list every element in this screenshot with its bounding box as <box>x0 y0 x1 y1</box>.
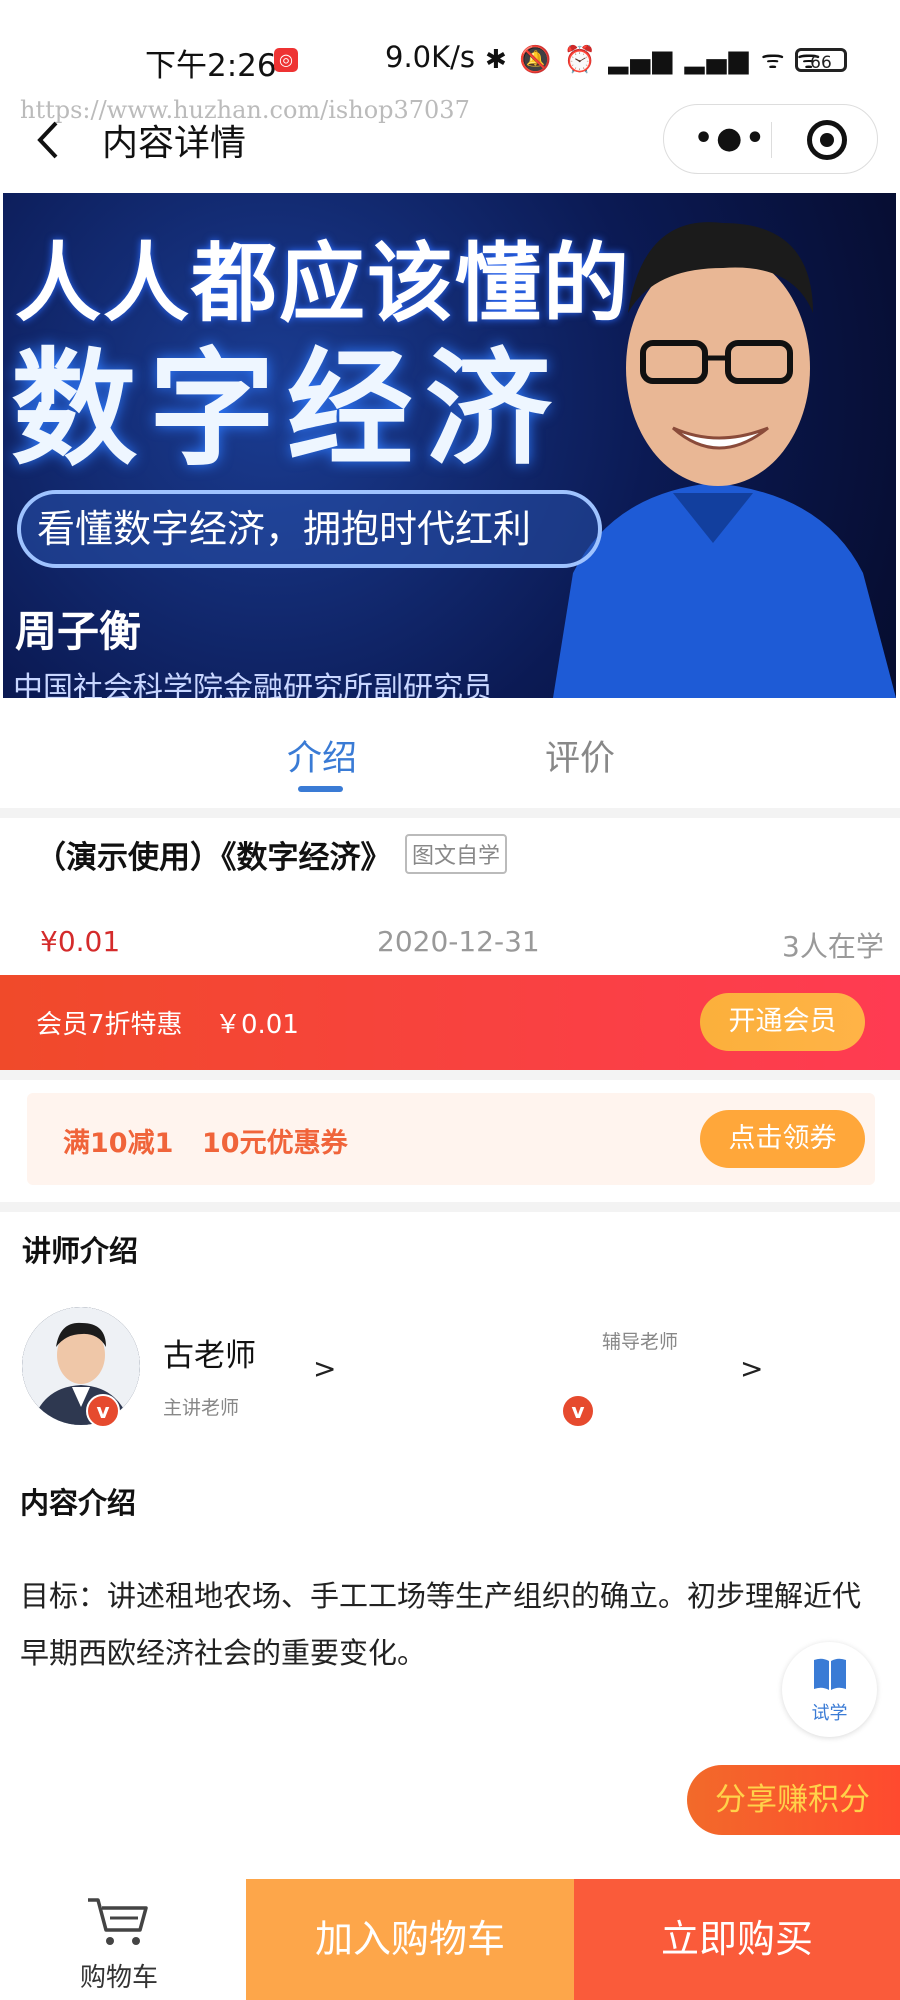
cart-icon <box>88 1898 148 1945</box>
teacher-section-title: 讲师介绍 <box>22 1234 139 1268</box>
miniprogram-capsule: •●• <box>663 104 878 174</box>
tab-reviews[interactable]: 评价 <box>545 730 615 781</box>
product-title: （演示使用）《数字经济》 <box>35 840 392 876</box>
cart-button[interactable]: 购物车 <box>0 1879 246 2000</box>
tab-active-indicator <box>298 786 343 792</box>
tab-intro[interactable]: 介绍 <box>287 730 357 781</box>
coupon-card: 满10减1 10元优惠券 点击领券 <box>27 1093 875 1185</box>
trial-label: 试学 <box>811 1703 848 1724</box>
chevron-left-icon <box>37 121 58 159</box>
cart-label: 购物车 <box>80 1963 159 1993</box>
battery-icon: 66 <box>795 48 847 73</box>
more-icon[interactable]: •●• <box>694 121 768 156</box>
status-bar: 下午2:26 ◎ 9.0K/s ✱ 🔕 ⏰ ▂▄▆ ▂▄▆ ᯤ ᯤ 66 <box>0 0 900 100</box>
book-icon <box>814 1658 846 1690</box>
teacher-avatar[interactable] <box>22 1307 140 1425</box>
open-membership-button[interactable]: 开通会员 <box>700 993 865 1051</box>
status-icons: ✱ 🔕 ⏰ ▂▄▆ ▂▄▆ ᯤ ᯤ <box>485 45 823 75</box>
music-app-icon: ◎ <box>274 48 298 72</box>
banner-author: 周子衡 <box>15 607 142 656</box>
member-discount-bar: 会员7折特惠 ￥0.01 开通会员 <box>0 975 900 1070</box>
claim-coupon-button[interactable]: 点击领券 <box>700 1110 865 1168</box>
status-time: 下午2:26 <box>145 48 277 84</box>
main-teacher-name[interactable]: 古老师 <box>163 1330 256 1375</box>
product-type-tag: 图文自学 <box>405 834 508 874</box>
divider <box>0 808 900 818</box>
assistant-teacher-role: 辅导老师 <box>602 1331 679 1353</box>
content-description: 目标：讲述租地农场、手工工场等生产组织的确立。初步理解近代早期西欧经济社会的重要… <box>20 1579 862 1670</box>
divider <box>0 1070 900 1080</box>
banner-tagline: 看懂数字经济，拥抱时代红利 <box>17 490 602 568</box>
capsule-divider <box>771 122 772 158</box>
trial-button[interactable]: 试学 <box>782 1642 877 1737</box>
coupon-rule: 满10减1 <box>63 1128 174 1159</box>
network-speed: 9.0K/s <box>385 40 476 74</box>
share-earn-points-button[interactable]: 分享赚积分 <box>687 1765 900 1835</box>
page-title: 内容详情 <box>102 123 247 164</box>
main-teacher-role: 主讲老师 <box>163 1397 240 1419</box>
assistant-teacher-arrow[interactable]: > <box>740 1352 763 1385</box>
course-banner: 人人都应该懂的 数字经济 看懂数字经济，拥抱时代红利 周子衡 中国社会科学院金融… <box>3 193 896 698</box>
add-to-cart-button[interactable]: 加入购物车 <box>246 1879 574 2000</box>
content-section-title: 内容介绍 <box>20 1486 137 1520</box>
avatar-image <box>22 1307 140 1425</box>
verified-badge-icon: v <box>561 1394 595 1428</box>
banner-org: 中国社会科学院金融研究所副研究员 <box>13 671 493 698</box>
buy-now-button[interactable]: 立即购买 <box>574 1879 900 2000</box>
product-date: 2020-12-31 <box>377 925 540 958</box>
learner-count: 3人在学 <box>782 930 884 963</box>
main-teacher-arrow[interactable]: > <box>313 1352 336 1385</box>
verified-badge-icon: v <box>86 1394 120 1428</box>
banner-line2: 数字经济 <box>11 336 563 483</box>
coupon-name: 10元优惠券 <box>202 1128 348 1159</box>
member-discount-text: 会员7折特惠 <box>36 1010 183 1040</box>
close-miniprogram-icon[interactable] <box>807 120 847 160</box>
back-button[interactable] <box>30 115 70 165</box>
product-price: ¥0.01 <box>40 925 121 958</box>
divider <box>0 1202 900 1212</box>
member-price: ￥0.01 <box>215 1010 299 1040</box>
